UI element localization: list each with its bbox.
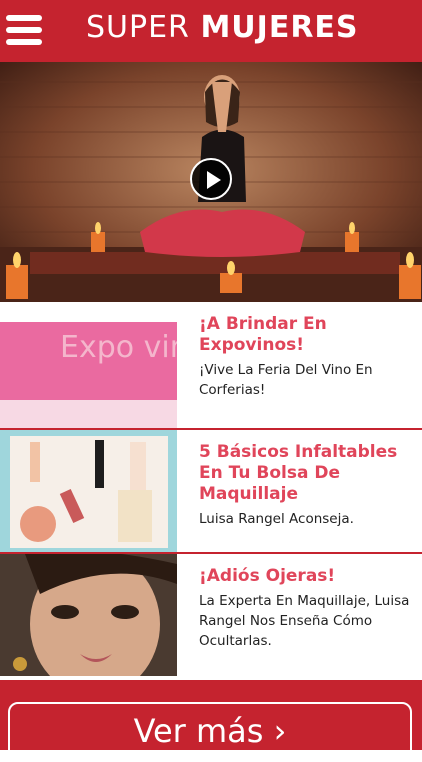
footer-bar: Ver más › xyxy=(0,680,422,762)
app-header: SUPER MUJERES xyxy=(0,0,422,62)
hamburger-menu-icon[interactable] xyxy=(6,10,46,50)
brand-super: SUPER xyxy=(86,10,190,45)
article-title: ¡Adiós Ojeras! xyxy=(199,566,336,586)
brand-mujeres: MUJERES xyxy=(200,10,359,45)
article-expovinos[interactable]: Expo vinos ¡A Brindar En Expovinos! ¡Viv… xyxy=(0,302,422,428)
featured-video[interactable] xyxy=(0,62,422,302)
ver-mas-button[interactable]: Ver más › xyxy=(8,702,412,762)
article-summary: ¡Vive La Feria Del Vino En Corferias! xyxy=(199,362,373,398)
article-thumbnail: Expo vinos xyxy=(0,302,177,428)
article-title: ¡A Brindar En Expovinos! xyxy=(199,314,327,355)
article-summary: Luisa Rangel Aconseja. xyxy=(199,511,354,527)
article-basicos-maquillaje[interactable]: 5 Básicos Infaltables En Tu Bolsa De Maq… xyxy=(0,428,422,552)
article-title: 5 Básicos Infaltables En Tu Bolsa De Maq… xyxy=(199,442,398,504)
play-icon[interactable] xyxy=(190,158,232,200)
article-adios-ojeras[interactable]: ¡Adiós Ojeras! La Experta En Maquillaje,… xyxy=(0,552,422,676)
app-title: SUPER MUJERES xyxy=(86,10,359,45)
article-thumbnail xyxy=(0,554,177,676)
expo-sign-text: Expo vinos xyxy=(60,330,177,365)
article-list: Expo vinos ¡A Brindar En Expovinos! ¡Viv… xyxy=(0,302,422,676)
article-thumbnail xyxy=(0,430,177,552)
article-summary: La Experta En Maquillaje, Luisa Rangel N… xyxy=(199,593,410,649)
